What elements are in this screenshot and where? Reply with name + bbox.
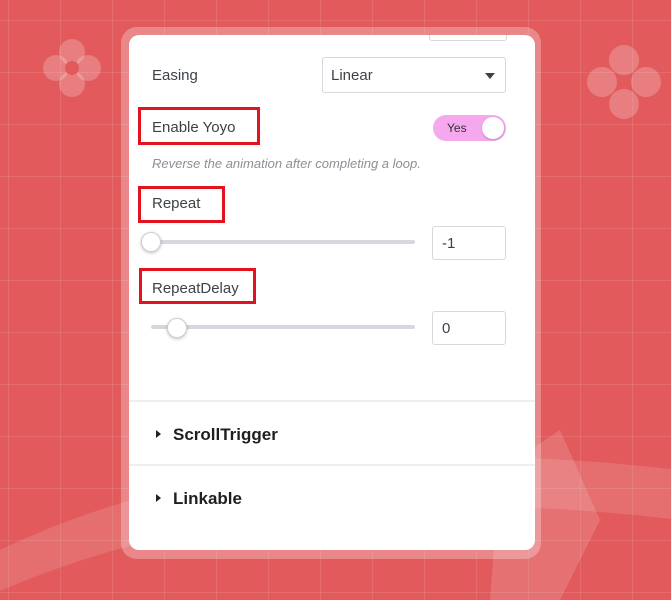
section-divider [129,464,535,466]
repeat-delay-slider-track[interactable] [151,325,415,329]
yoyo-toggle-label: Yes [447,121,467,135]
easing-select[interactable]: Linear [322,57,506,93]
repeat-slider-thumb[interactable] [141,232,161,252]
yoyo-toggle[interactable]: Yes [433,115,506,141]
section-scrolltrigger[interactable]: ScrollTrigger [129,405,535,465]
section-title: ScrollTrigger [173,425,278,444]
repeat-slider-track[interactable] [151,240,415,244]
repeat-delay-input[interactable]: 0 [432,311,506,345]
repeat-label: Repeat [152,195,201,212]
settings-panel: Easing Linear Enable Yoyo Yes Reverse th… [129,35,535,550]
caret-right-icon [156,430,161,438]
section-divider [129,400,535,402]
yoyo-description: Reverse the animation after completing a… [152,156,421,171]
previous-field-stub [429,35,507,41]
repeat-input[interactable]: -1 [432,226,506,260]
repeat-delay-slider-thumb[interactable] [167,318,188,338]
easing-value: Linear [331,67,373,84]
section-title: Linkable [173,489,242,508]
caret-right-icon [156,494,161,502]
enable-yoyo-label: Enable Yoyo [152,119,236,136]
easing-label: Easing [152,67,198,84]
repeat-delay-label: RepeatDelay [152,280,239,297]
section-linkable[interactable]: Linkable [129,469,535,529]
chevron-down-icon [485,73,495,79]
toggle-knob [482,117,504,139]
